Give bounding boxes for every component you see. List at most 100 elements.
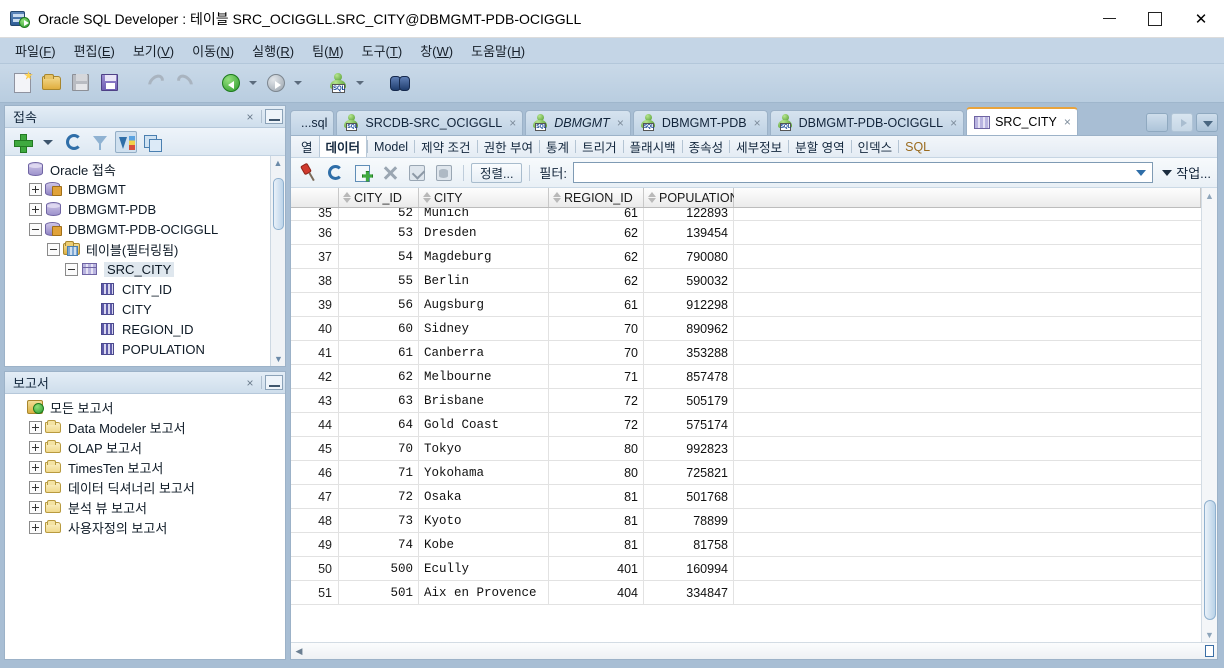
cell-population[interactable]: 334847	[644, 581, 734, 604]
row-number-cell[interactable]: 39	[291, 293, 339, 316]
new-connection-dropdown-icon[interactable]	[37, 131, 59, 153]
sub-tab[interactable]: 트리거	[576, 136, 623, 157]
new-connection-icon[interactable]	[11, 131, 33, 153]
scroll-thumb[interactable]	[1204, 500, 1216, 620]
cell-region-id[interactable]: 70	[549, 317, 644, 340]
tab-close-icon[interactable]: ×	[617, 116, 624, 130]
connections-minimize-icon[interactable]	[265, 109, 283, 124]
cell-population[interactable]: 857478	[644, 365, 734, 388]
tree-item[interactable]: 모든 보고서	[5, 397, 285, 417]
cell-region-id[interactable]: 81	[549, 509, 644, 532]
cell-population[interactable]: 505179	[644, 389, 734, 412]
collapse-icon[interactable]	[65, 262, 78, 276]
cell-city[interactable]: Dresden	[419, 221, 549, 244]
editor-tab[interactable]: SQL DBMGMT ×	[525, 110, 631, 135]
scroll-right-icon[interactable]	[1201, 643, 1217, 659]
row-number-cell[interactable]: 38	[291, 269, 339, 292]
cell-city[interactable]: Sidney	[419, 317, 549, 340]
tree-item[interactable]: DBMGMT	[5, 179, 285, 199]
cell-region-id[interactable]: 71	[549, 365, 644, 388]
cell-city[interactable]: Melbourne	[419, 365, 549, 388]
open-file-icon[interactable]	[39, 70, 65, 96]
cell-city[interactable]: Aix en Provence	[419, 581, 549, 604]
row-number-cell[interactable]: 46	[291, 461, 339, 484]
table-row[interactable]: 44 64 Gold Coast 72 575174	[291, 413, 1201, 437]
cell-population[interactable]: 992823	[644, 437, 734, 460]
cell-city-id[interactable]: 74	[339, 533, 419, 556]
tab-prev-button[interactable]	[1146, 113, 1168, 132]
cell-city[interactable]: Munich	[419, 208, 549, 220]
sql-user-dropdown-icon[interactable]	[354, 70, 367, 96]
cell-city-id[interactable]: 72	[339, 485, 419, 508]
cell-population[interactable]: 790080	[644, 245, 734, 268]
tree-item[interactable]: REGION_ID	[5, 319, 285, 339]
sub-tab[interactable]: 제약 조건	[415, 136, 476, 157]
table-row[interactable]: 49 74 Kobe 81 81758	[291, 533, 1201, 557]
row-number-cell[interactable]: 49	[291, 533, 339, 556]
expand-icon[interactable]	[29, 202, 42, 216]
sub-tab[interactable]: 종속성	[683, 136, 730, 157]
cell-city[interactable]: Ecully	[419, 557, 549, 580]
cell-city[interactable]: Magdeburg	[419, 245, 549, 268]
editor-tab[interactable]: SQL DBMGMT-PDB ×	[632, 110, 768, 135]
menu-view[interactable]: 보기(V)	[124, 38, 183, 63]
cell-population[interactable]: 81758	[644, 533, 734, 556]
row-number-cell[interactable]: 45	[291, 437, 339, 460]
collapse-icon[interactable]	[47, 242, 60, 256]
navigate-back-icon[interactable]	[218, 70, 244, 96]
row-number-cell[interactable]: 42	[291, 365, 339, 388]
cell-region-id[interactable]: 70	[549, 341, 644, 364]
data-grid-rows[interactable]: 35 52 Munich 61 122893 36 53 Dresden 62 139454 37 5…	[291, 208, 1201, 642]
cell-region-id[interactable]: 80	[549, 437, 644, 460]
cell-city-id[interactable]: 71	[339, 461, 419, 484]
cell-population[interactable]: 725821	[644, 461, 734, 484]
row-number-cell[interactable]: 48	[291, 509, 339, 532]
table-row[interactable]: 45 70 Tokyo 80 992823	[291, 437, 1201, 461]
sort-button[interactable]: 정렬...	[471, 162, 523, 183]
scroll-thumb[interactable]	[273, 178, 284, 230]
navigate-back-dropdown-icon[interactable]	[247, 70, 260, 96]
cell-region-id[interactable]: 62	[549, 221, 644, 244]
cell-city-id[interactable]: 61	[339, 341, 419, 364]
minimize-button[interactable]	[1086, 0, 1132, 38]
sub-tab[interactable]: 분할 영역	[789, 136, 850, 157]
maximize-button[interactable]	[1132, 0, 1178, 38]
expand-icon[interactable]	[29, 182, 42, 196]
cell-population[interactable]: 122893	[644, 208, 734, 220]
expand-icon[interactable]	[29, 460, 42, 474]
tab-close-icon[interactable]: ×	[950, 116, 957, 130]
tree-item[interactable]: 테이블(필터링됨)	[5, 239, 285, 259]
cell-city-id[interactable]: 73	[339, 509, 419, 532]
cell-region-id[interactable]: 72	[549, 389, 644, 412]
column-header[interactable]: CITY	[419, 188, 549, 207]
sub-tab[interactable]: 열	[295, 136, 319, 157]
sub-tab[interactable]: 권한 부여	[478, 136, 539, 157]
tree-item[interactable]: TimesTen 보고서	[5, 457, 285, 477]
expand-icon[interactable]	[29, 420, 42, 434]
cell-region-id[interactable]: 61	[549, 293, 644, 316]
cell-city-id[interactable]: 53	[339, 221, 419, 244]
sort-indicator-icon[interactable]	[343, 191, 351, 204]
data-grid-horizontal-scrollbar[interactable]: ◀	[291, 642, 1217, 659]
table-row[interactable]: 46 71 Yokohama 80 725821	[291, 461, 1201, 485]
row-number-cell[interactable]: 47	[291, 485, 339, 508]
sub-tab[interactable]: 인덱스	[852, 136, 899, 157]
cell-city-id[interactable]: 55	[339, 269, 419, 292]
cell-city-id[interactable]: 64	[339, 413, 419, 436]
table-row[interactable]: 47 72 Osaka 81 501768	[291, 485, 1201, 509]
menu-file[interactable]: 파일(F)	[6, 38, 65, 63]
reports-tree[interactable]: 모든 보고서 Data Modeler 보고서 OLAP 보고서 TimesTen 보…	[5, 394, 285, 659]
cell-city-id[interactable]: 56	[339, 293, 419, 316]
row-number-cell[interactable]: 40	[291, 317, 339, 340]
cell-population[interactable]: 501768	[644, 485, 734, 508]
cell-city-id[interactable]: 54	[339, 245, 419, 268]
table-row[interactable]: 37 54 Magdeburg 62 790080	[291, 245, 1201, 269]
column-header[interactable]: REGION_ID	[549, 188, 644, 207]
sub-tab[interactable]: 플래시백	[624, 136, 682, 157]
cell-region-id[interactable]: 72	[549, 413, 644, 436]
filter-dropdown-icon[interactable]	[1132, 163, 1150, 182]
expand-icon[interactable]	[29, 500, 42, 514]
tree-item[interactable]: DBMGMT-PDB-OCIGGLL	[5, 219, 285, 239]
sort-indicator-icon[interactable]	[423, 191, 431, 204]
row-number-cell[interactable]: 41	[291, 341, 339, 364]
